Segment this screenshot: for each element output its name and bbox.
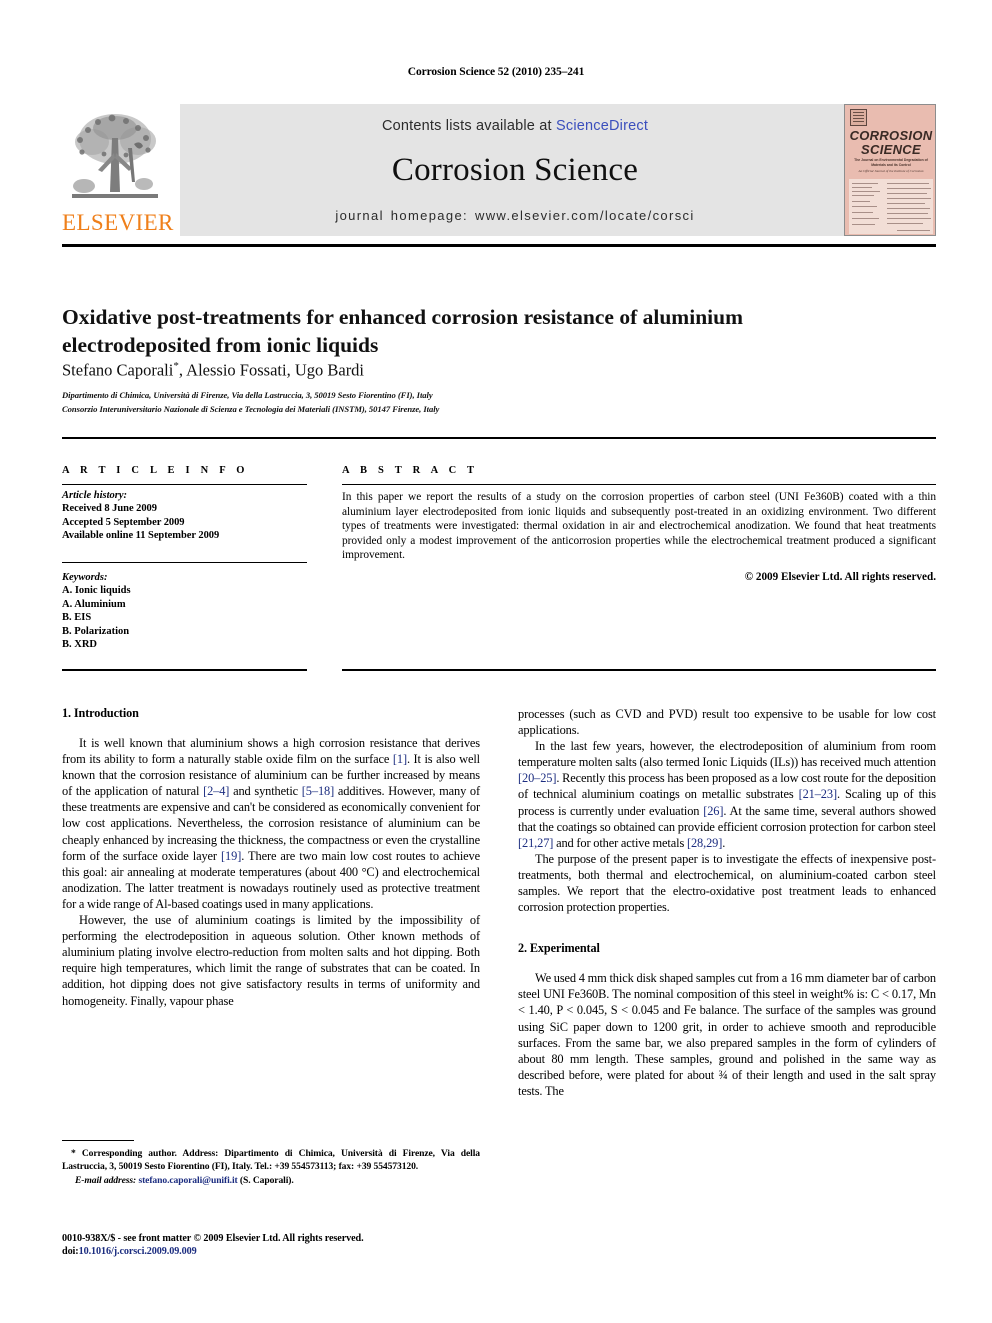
keywords-label: Keywords: xyxy=(62,572,108,583)
journal-cover-thumbnail: CORROSION SCIENCE The Journal on Environ… xyxy=(844,104,936,236)
elsevier-logo: ELSEVIER xyxy=(62,104,174,236)
cover-subtitle: The Journal on Environmental Degradation… xyxy=(854,158,928,167)
sciencedirect-link[interactable]: ScienceDirect xyxy=(556,118,648,134)
journal-masthead: ELSEVIER Contents lists available at Sci… xyxy=(62,104,936,236)
citation-ref[interactable]: [2–4] xyxy=(203,784,229,798)
author-others: , Alessio Fossati, Ugo Bardi xyxy=(178,360,365,380)
cover-title: CORROSION SCIENCE xyxy=(845,129,935,157)
journal-title: Corrosion Science xyxy=(391,152,639,188)
section-heading-introduction: 1. Introduction xyxy=(62,706,139,720)
keyword-item: B. XRD xyxy=(62,639,98,651)
intro-paragraph-1: It is well known that aluminium shows a … xyxy=(62,735,480,912)
contents-available-line: Contents lists available at ScienceDirec… xyxy=(180,118,850,134)
doi-line: doi:10.1016/j.corsci.2009.09.009 xyxy=(62,1245,492,1258)
affiliation-1: Dipartimento di Chimica, Università di F… xyxy=(62,390,433,400)
email-note: E-mail address: stefano.caporali@unifi.i… xyxy=(62,1175,480,1188)
masthead-bottom-rule xyxy=(62,244,936,247)
citation-ref[interactable]: [1] xyxy=(393,752,407,766)
citation-ref[interactable]: [21–23] xyxy=(799,787,838,801)
history-accepted: Accepted 5 September 2009 xyxy=(62,516,185,528)
citation-ref[interactable]: [20–25] xyxy=(518,771,557,785)
email-link[interactable]: stefano.caporali@unifi.it xyxy=(138,1175,237,1186)
experimental-paragraph-1: We used 4 mm thick disk shaped samples c… xyxy=(518,971,936,1098)
running-head: Corrosion Science 52 (2010) 235–241 xyxy=(407,66,585,78)
info-mid-rule xyxy=(62,562,307,563)
body-column-right: processes (such as CVD and PVD) result t… xyxy=(518,706,936,1099)
history-received: Received 8 June 2009 xyxy=(62,503,157,514)
intro-p4-text-a: In the last few years, however, the elec… xyxy=(518,739,936,770)
intro-paragraph-4: In the last few years, however, the elec… xyxy=(518,738,936,851)
cover-contents-block xyxy=(849,179,933,234)
article-info-column: Article history: Received 8 June 2009 Ac… xyxy=(62,490,307,543)
citation-ref[interactable]: [28,29] xyxy=(687,836,722,850)
info-heading-rule xyxy=(62,484,307,485)
author-primary: Stefano Caporali xyxy=(62,360,174,380)
abstract-bottom-rule xyxy=(342,669,936,671)
email-label: E-mail address: xyxy=(75,1175,137,1186)
section-heading-experimental: 2. Experimental xyxy=(518,941,600,956)
cover-corner-logo-icon xyxy=(850,109,867,126)
intro-paragraph-3: processes (such as CVD and PVD) result t… xyxy=(518,707,936,738)
keyword-item: B. EIS xyxy=(62,612,92,624)
sciencedirect-banner: Contents lists available at ScienceDirec… xyxy=(180,104,850,236)
intro-p4-text-e: and for other active metals xyxy=(553,835,687,850)
footnote-rule xyxy=(62,1140,134,1141)
keywords-block: Keywords: A. Ionic liquids A. Aluminium … xyxy=(62,572,307,652)
cover-subtitle-secondary: An Official Journal of the Institute of … xyxy=(858,169,924,173)
doi-link[interactable]: 10.1016/j.corsci.2009.09.009 xyxy=(79,1246,197,1257)
body-column-left: 1. Introduction It is well known that al… xyxy=(62,706,480,1009)
footnote-marker: * xyxy=(71,1148,76,1159)
citation-ref[interactable]: [19] xyxy=(221,849,241,863)
abstract-text: In this paper we report the results of a… xyxy=(342,491,936,562)
article-info-heading: A R T I C L E I N F O xyxy=(62,465,249,476)
email-suffix: (S. Caporali). xyxy=(237,1175,294,1186)
keyword-item: A. Aluminium xyxy=(62,598,126,610)
citation-ref[interactable]: [26] xyxy=(703,804,723,818)
abstract-column: In this paper we report the results of a… xyxy=(342,490,936,583)
abstract-heading-rule xyxy=(342,484,936,485)
intro-paragraph-5: The purpose of the present paper is to i… xyxy=(518,851,936,915)
info-bottom-rule xyxy=(62,669,307,671)
abstract-copyright: © 2009 Elsevier Ltd. All rights reserved… xyxy=(744,570,936,583)
keyword-item: A. Ionic liquids xyxy=(62,585,131,596)
footnote-block: * Corresponding author. Address: Diparti… xyxy=(62,1140,480,1188)
article-history-label: Article history: xyxy=(62,490,128,501)
cover-title-line2: SCIENCE xyxy=(861,141,921,157)
intro-p1-text-c: and synthetic xyxy=(229,784,302,799)
history-available-online: Available online 11 September 2009 xyxy=(62,530,220,542)
intro-paragraph-2: However, the use of aluminium coatings i… xyxy=(62,913,480,1008)
doi-label: doi: xyxy=(62,1246,79,1257)
intro-p4-text-f: . xyxy=(722,835,726,850)
page-footer: 0010-938X/$ - see front matter © 2009 El… xyxy=(62,1232,492,1258)
author-list: Stefano Caporali*, Alessio Fossati, Ugo … xyxy=(62,360,862,381)
affiliation-2: Consorzio Interuniversitario Nazionale d… xyxy=(62,404,440,414)
journal-article-page: Corrosion Science 52 (2010) 235–241 ELSE… xyxy=(0,0,992,1323)
elsevier-tree-icon xyxy=(68,108,162,204)
elsevier-wordmark: ELSEVIER xyxy=(62,210,174,235)
corresponding-author-note: * Corresponding author. Address: Diparti… xyxy=(62,1148,480,1173)
contents-prefix-text: Contents lists available at xyxy=(381,118,556,134)
page-title: Oxidative post-treatments for enhanced c… xyxy=(62,305,743,358)
issn-copyright-line: 0010-938X/$ - see front matter © 2009 El… xyxy=(62,1233,364,1244)
journal-homepage-link[interactable]: journal homepage: www.elsevier.com/locat… xyxy=(180,208,850,223)
citation-ref[interactable]: [21,27] xyxy=(518,836,553,850)
corresponding-author-text: Corresponding author. Address: Dipartime… xyxy=(62,1148,480,1172)
abstract-heading: A B S T R A C T xyxy=(342,465,479,476)
keyword-item: B. Polarization xyxy=(62,625,130,637)
info-top-rule xyxy=(62,437,936,439)
citation-ref[interactable]: [5–18] xyxy=(302,784,334,798)
